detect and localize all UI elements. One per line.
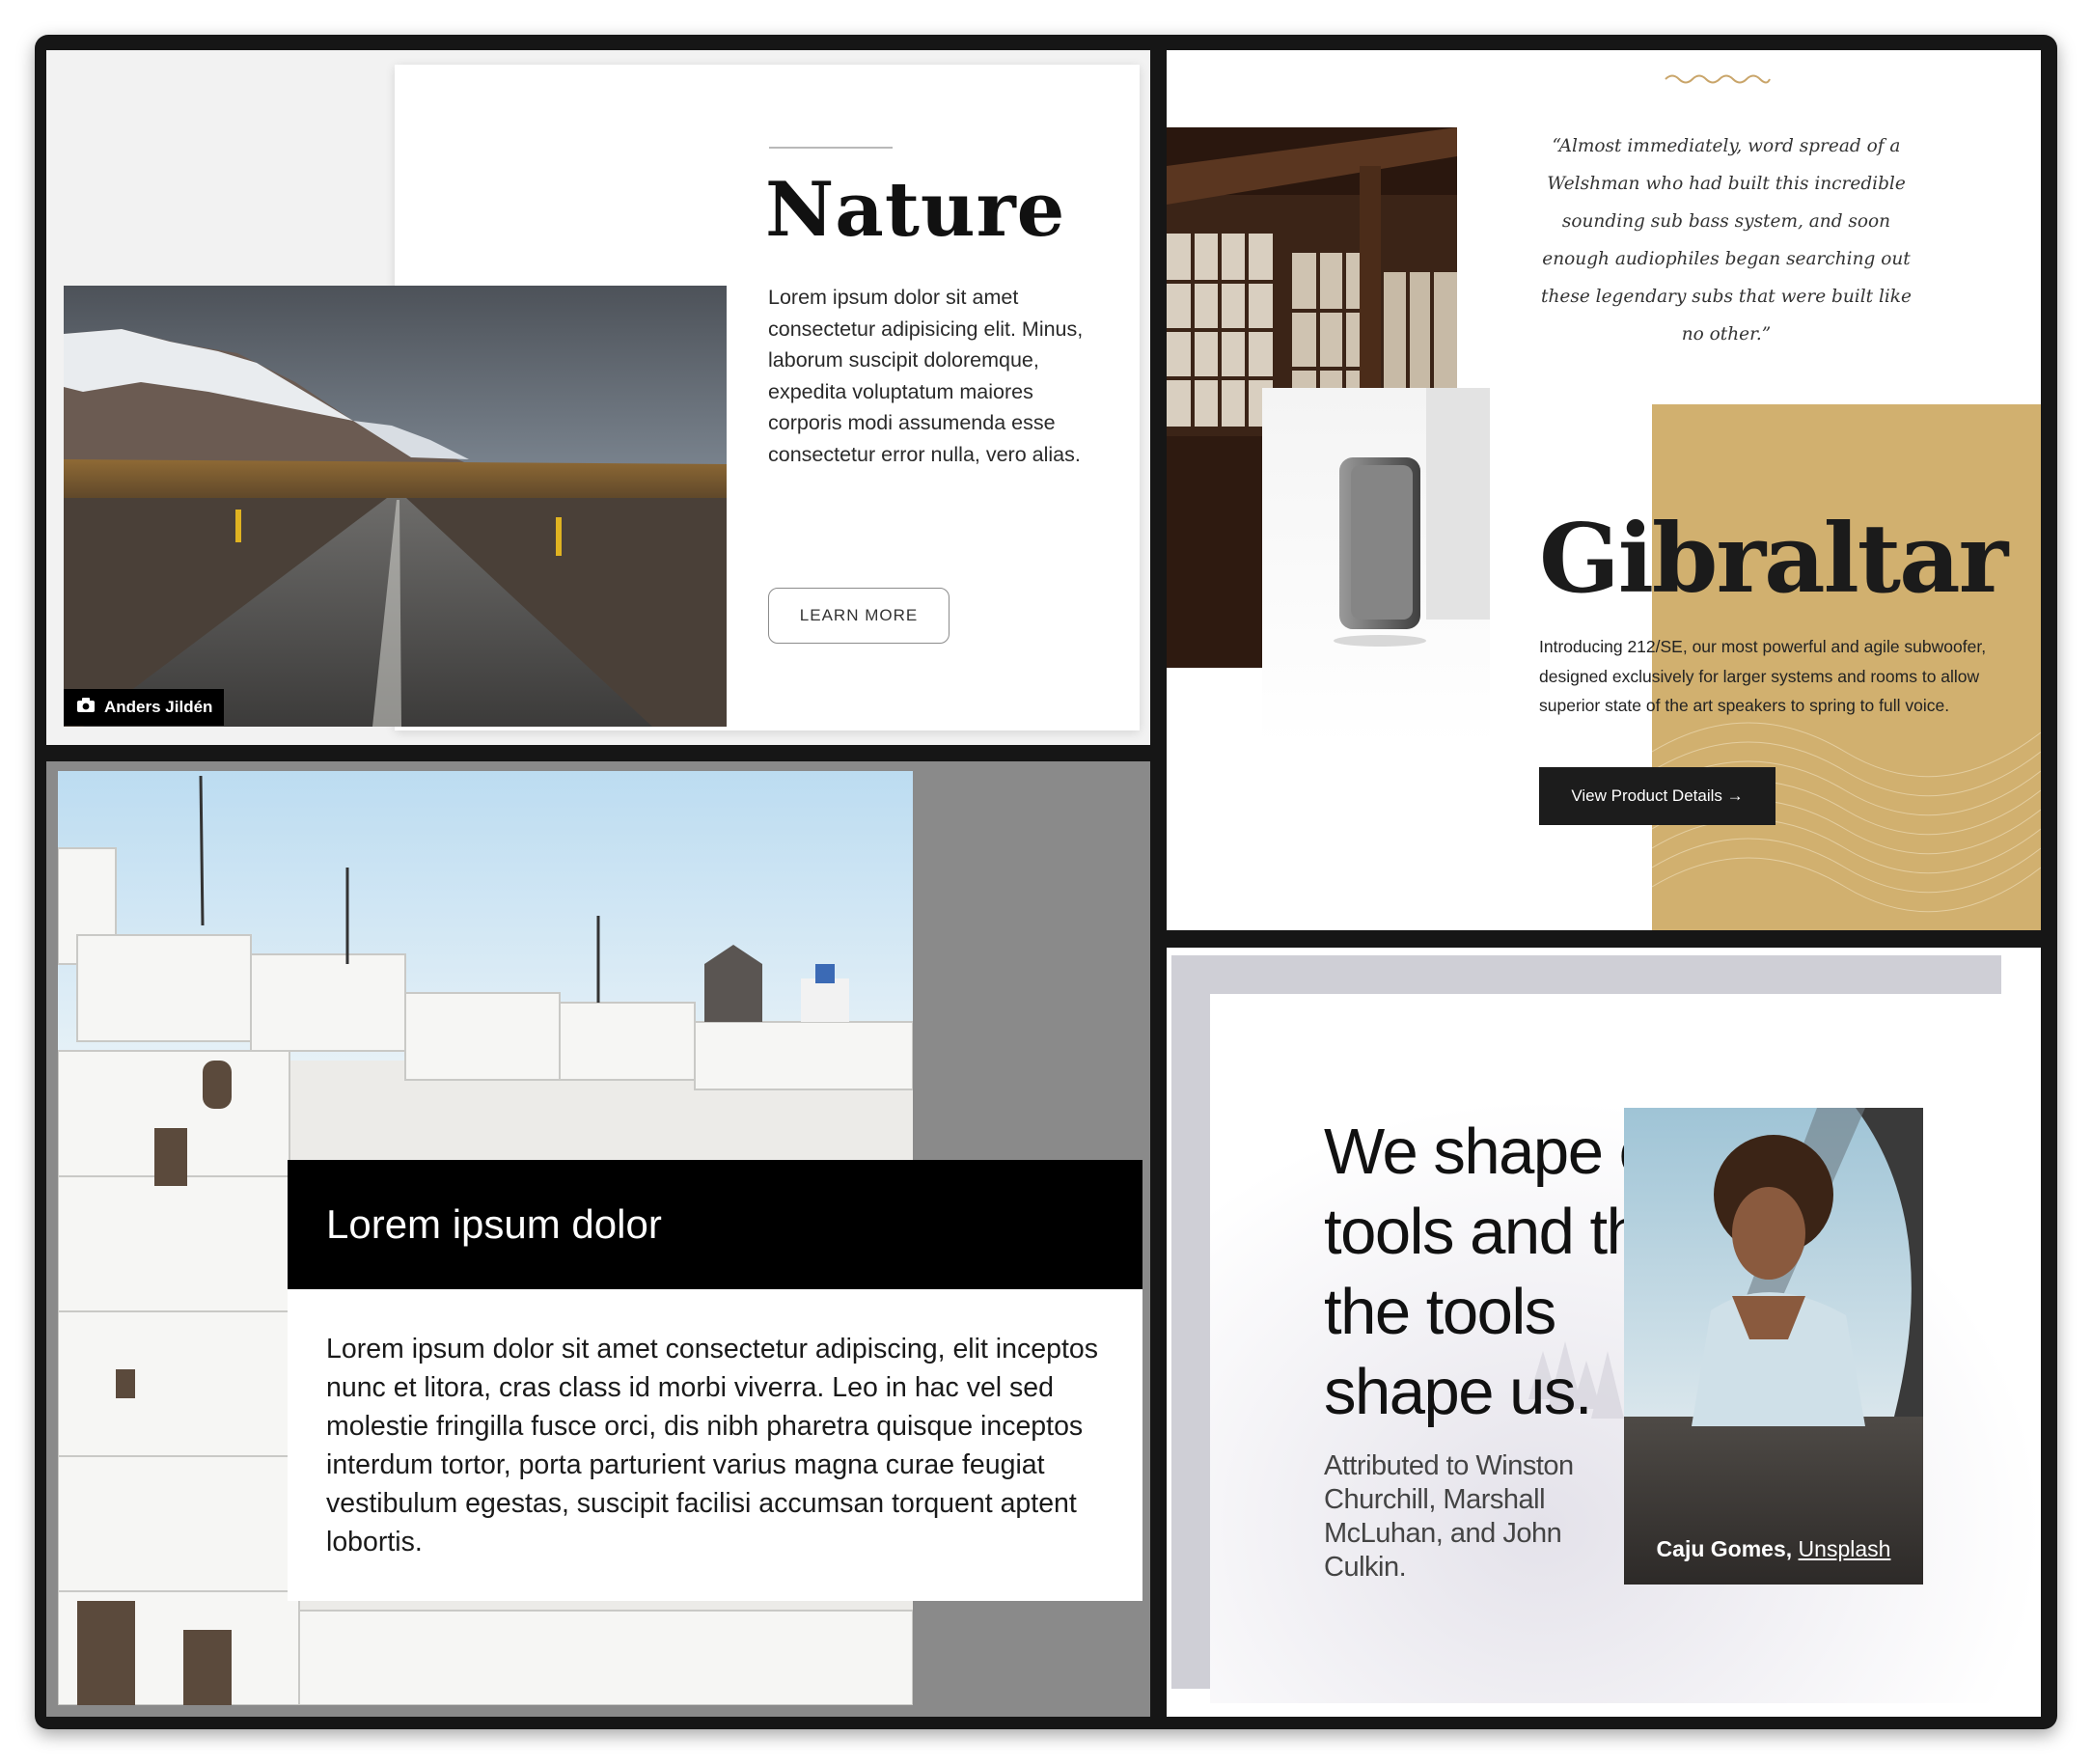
- portrait-photo: [1624, 1108, 1923, 1585]
- section-heading-bar: Lorem ipsum dolor: [288, 1160, 1142, 1289]
- gibraltar-card-panel: “Almost immediately, word spread of a We…: [1167, 50, 2041, 930]
- quote-card-panel: We shape our tools and then the tools sh…: [1167, 948, 2041, 1717]
- credit-separator: ,: [1785, 1536, 1799, 1561]
- learn-more-button[interactable]: LEARN MORE: [768, 588, 950, 644]
- camera-icon: [77, 698, 95, 717]
- product-description: Introducing 212/SE, our most powerful an…: [1539, 637, 1987, 715]
- portrait-credit: Caju Gomes, Unsplash: [1624, 1536, 1923, 1562]
- road-mountain-photo: [64, 286, 727, 727]
- photo-credit-badge: Anders Jildén: [64, 689, 225, 726]
- card-title: Nature: [765, 166, 1066, 254]
- product-title: Gibraltar: [1539, 504, 2008, 615]
- view-product-details-button[interactable]: View Product Details →: [1539, 767, 1775, 825]
- title-divider: [769, 147, 893, 149]
- speaker-product-photo: [1262, 388, 1490, 745]
- unsplash-link[interactable]: Unsplash: [1799, 1536, 1891, 1561]
- quote-attribution: Attributed to Winston Churchill, Marshal…: [1324, 1450, 1574, 1583]
- credit-name: Caju Gomes: [1656, 1536, 1786, 1561]
- squiggle-ornament: [1665, 74, 1771, 84]
- nature-card-panel: Nature Lorem ipsum dolor sit amet consec…: [46, 50, 1150, 745]
- testimonial-quote: “Almost immediately, word spread of a We…: [1541, 136, 1912, 345]
- santorini-card-panel: Lorem ipsum dolor Lorem ipsum dolor sit …: [46, 761, 1150, 1717]
- photo-credit-name: Anders Jildén: [104, 698, 213, 716]
- section-body-text: Lorem ipsum dolor sit amet consectetur a…: [288, 1289, 1142, 1601]
- card-body-text: Lorem ipsum dolor sit amet consectetur a…: [768, 286, 1084, 466]
